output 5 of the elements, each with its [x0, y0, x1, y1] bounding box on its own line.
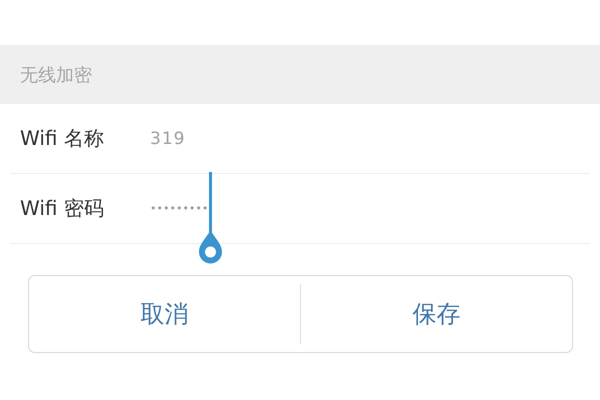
input-field[interactable]: 319	[150, 124, 188, 152]
field-label: Wifi 名称	[20, 125, 105, 152]
field-label: Wifi 密码	[20, 195, 105, 222]
section-header: 无线加密	[0, 45, 600, 104]
input-field[interactable]: •••••••••	[150, 198, 210, 219]
